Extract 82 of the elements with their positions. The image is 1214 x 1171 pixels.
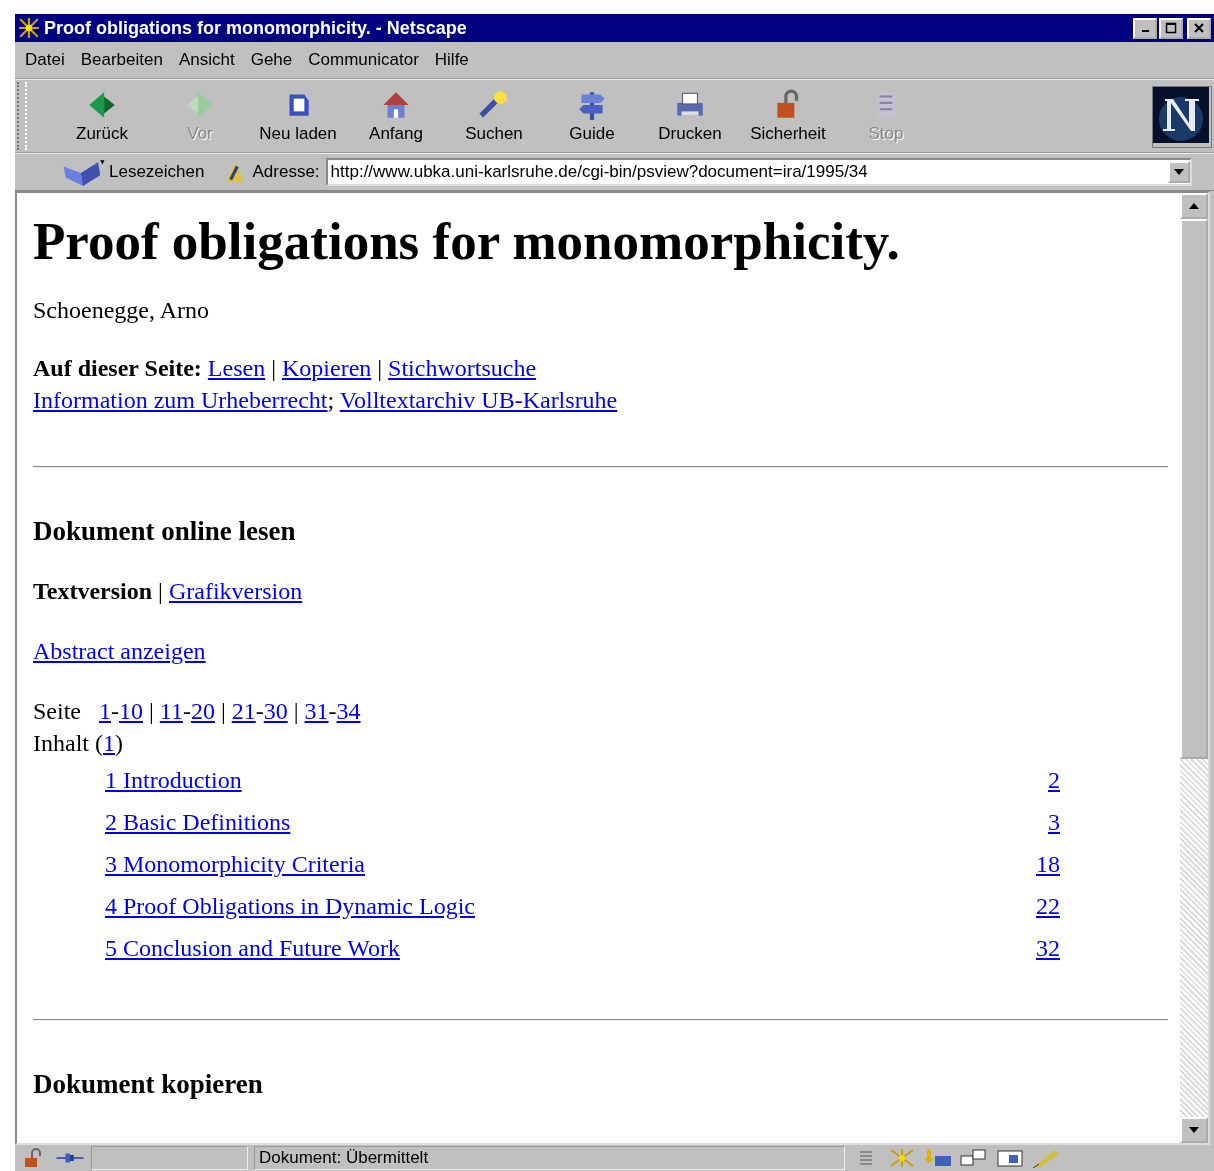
page-link[interactable]: 2 bbox=[1048, 766, 1060, 794]
page-heading: Proof obligations for monomorphicity. bbox=[33, 211, 901, 271]
toc-link[interactable]: 3 Monomorphicity Criteria bbox=[105, 850, 365, 878]
link[interactable]: Kopieren bbox=[282, 355, 372, 381]
logo-icon bbox=[1152, 86, 1212, 148]
toolbar-button[interactable]: Zurück bbox=[53, 80, 151, 152]
dropdown-button[interactable] bbox=[1168, 161, 1190, 183]
link[interactable]: 10 bbox=[119, 698, 143, 724]
toolbar-button[interactable]: Guide bbox=[543, 80, 641, 152]
label-text: Textversion bbox=[33, 578, 153, 604]
menu-item[interactable]: Communicator bbox=[302, 50, 425, 70]
plain-text: - bbox=[182, 698, 191, 724]
toc-link[interactable]: 4 Proof Obligations in Dynamic Logic bbox=[105, 892, 475, 920]
plain-text: ; bbox=[327, 387, 336, 413]
link[interactable]: Stichwortsuche bbox=[388, 355, 537, 381]
link[interactable]: 31 bbox=[304, 698, 329, 724]
menu-item[interactable]: Gehe bbox=[244, 50, 299, 70]
window-title: Proof obligations for monomorphicity. - Netscape bbox=[44, 17, 468, 39]
plain-text: ) bbox=[115, 730, 123, 756]
plain-text: Seite bbox=[33, 698, 81, 724]
toolbar-button[interactable]: Suchen bbox=[445, 80, 543, 152]
composer-icon[interactable] bbox=[995, 1148, 1025, 1168]
app-icon bbox=[18, 17, 40, 39]
link[interactable]: Grafikversion bbox=[168, 578, 303, 604]
plain-text: - bbox=[328, 698, 337, 724]
toc-link[interactable]: 2 Basic Definitions bbox=[105, 808, 291, 836]
toc-link[interactable]: 5 Conclusion and Future Work bbox=[105, 934, 400, 962]
toolbar-button[interactable]: Neu laden bbox=[249, 80, 347, 152]
mail-icon[interactable] bbox=[923, 1148, 953, 1168]
minimize-button[interactable] bbox=[1133, 17, 1157, 39]
chat-bubbles-icon[interactable] bbox=[959, 1148, 989, 1168]
page-link[interactable]: 22 bbox=[1036, 892, 1060, 920]
link[interactable]: 30 bbox=[263, 698, 288, 724]
status-text: Dokument: Übermittelt bbox=[254, 1146, 845, 1170]
maximize-icon bbox=[1165, 22, 1177, 34]
page-link[interactable]: 3 bbox=[1048, 808, 1060, 836]
link[interactable]: Lesen bbox=[207, 355, 266, 381]
plain-text: | bbox=[292, 698, 300, 724]
maximize-button[interactable] bbox=[1159, 17, 1183, 39]
page-link[interactable]: 32 bbox=[1036, 934, 1060, 962]
scrollbar[interactable] bbox=[1180, 193, 1208, 1143]
caret-icon bbox=[1174, 169, 1184, 175]
address-field[interactable]: http://www.ubka.uni-karlsruhe.de/cgi-bin/psview?document=ira/1995/34 bbox=[325, 158, 1192, 186]
label-text: Auf dieser Seite: bbox=[33, 355, 203, 381]
menu-item[interactable]: Ansicht bbox=[172, 50, 241, 70]
author-text: Schoenegge, Arno bbox=[33, 297, 210, 324]
link[interactable]: 1 bbox=[99, 698, 111, 724]
plain-text: Inhalt ( bbox=[33, 730, 103, 756]
plain-text: - bbox=[111, 698, 119, 724]
link[interactable]: 21 bbox=[231, 698, 256, 724]
section-heading: Dokument online lesen bbox=[33, 516, 297, 547]
toolbar-button[interactable]: Drucken bbox=[641, 80, 739, 152]
plain-text: | bbox=[270, 355, 277, 381]
toolbar-grip[interactable] bbox=[17, 82, 27, 150]
link[interactable]: Information zum Urheberrecht bbox=[33, 387, 328, 413]
link[interactable]: 34 bbox=[336, 698, 361, 724]
minimize-icon bbox=[1141, 30, 1149, 32]
plain-text: | bbox=[148, 698, 155, 724]
close-icon bbox=[1193, 22, 1205, 34]
toolbar-button[interactable]: Anfang bbox=[347, 80, 445, 152]
page-link[interactable]: 18 bbox=[1036, 850, 1060, 878]
link[interactable]: Abstract anzeigen bbox=[33, 638, 206, 664]
up-arrow-icon bbox=[1189, 203, 1199, 209]
link[interactable]: 20 bbox=[190, 698, 215, 724]
toc-link[interactable]: 1 Introduction bbox=[105, 766, 242, 794]
plain-text: - bbox=[255, 698, 264, 724]
close-button[interactable] bbox=[1187, 17, 1211, 39]
link[interactable]: Volltextarchiv UB-Karlsruhe bbox=[339, 387, 618, 413]
plain-text: | bbox=[157, 578, 164, 604]
menu-item[interactable]: Hilfe bbox=[428, 50, 475, 70]
address-label: Adresse: bbox=[252, 162, 320, 182]
menu-item[interactable]: Datei bbox=[19, 50, 71, 70]
section-heading: Dokument kopieren bbox=[33, 1069, 264, 1100]
down-arrow-icon bbox=[1189, 1127, 1199, 1133]
toolbar-button[interactable]: Sicherheit bbox=[739, 80, 837, 152]
link[interactable]: 1 bbox=[103, 730, 115, 756]
bookmarks-button[interactable]: Lesezeichen bbox=[61, 158, 205, 186]
menu-item[interactable]: Bearbeiten bbox=[74, 50, 169, 70]
link[interactable]: 11 bbox=[159, 698, 183, 724]
plain-text: | bbox=[219, 698, 227, 724]
plain-text: | bbox=[376, 355, 384, 381]
book-icon bbox=[61, 158, 105, 186]
